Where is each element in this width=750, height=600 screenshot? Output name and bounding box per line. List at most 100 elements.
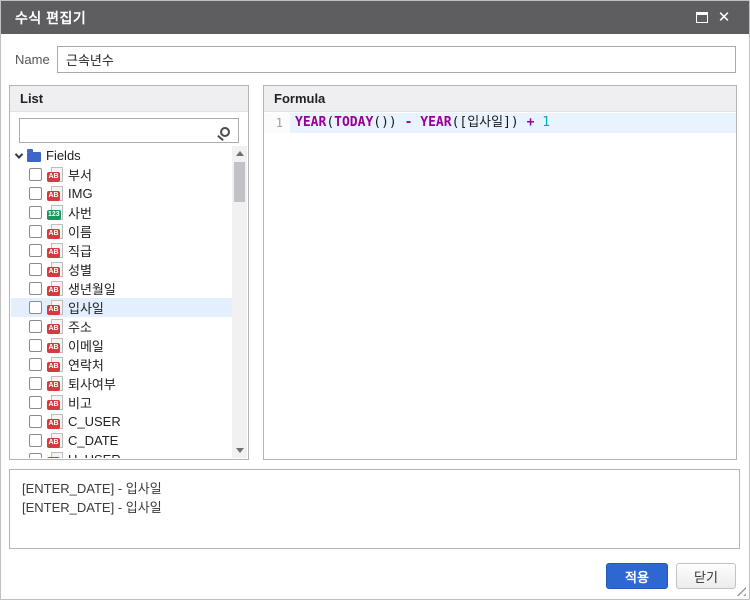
search-icon[interactable] xyxy=(220,127,230,137)
formula-token: + xyxy=(518,115,543,130)
field-item[interactable]: AB 직급 xyxy=(11,241,232,260)
field-type-icon: AB xyxy=(47,243,63,258)
field-item[interactable]: AB 생년월일 xyxy=(11,279,232,298)
field-type-icon: AB xyxy=(47,281,63,296)
field-checkbox[interactable] xyxy=(29,320,42,333)
scroll-down-button[interactable] xyxy=(232,443,247,458)
field-item[interactable]: 123 사번 xyxy=(11,203,232,222)
field-label: 사번 xyxy=(68,206,92,221)
description-line: [ENTER_DATE] - 입사일 xyxy=(22,500,162,515)
field-item[interactable]: AB C_USER xyxy=(11,412,232,431)
scroll-up-button[interactable] xyxy=(232,146,247,161)
field-item[interactable]: AB 이름 xyxy=(11,222,232,241)
field-checkbox[interactable] xyxy=(29,282,42,295)
field-label: 이름 xyxy=(68,225,92,240)
tree-folder-fields[interactable]: Fields xyxy=(11,146,232,165)
field-type-icon: AB xyxy=(47,433,63,448)
formula-token: 1 xyxy=(542,115,551,130)
field-list: AB 부서 AB IMG 123 사번 AB 이름 AB 직급 AB 성별 AB… xyxy=(11,165,232,458)
field-item[interactable]: AB U_USER xyxy=(11,450,232,458)
list-panel-title: List xyxy=(20,91,44,106)
formula-token: YEAR xyxy=(295,115,327,130)
apply-button[interactable]: 적용 xyxy=(606,563,668,589)
formula-token: ([입사일]) xyxy=(451,115,519,130)
description-line: [ENTER_DATE] - 입사일 xyxy=(22,481,162,496)
formula-editor-dialog: 수식 편집기 ✕ Name List Fields AB 부서 A xyxy=(0,0,750,600)
field-tree: Fields AB 부서 AB IMG 123 사번 AB 이름 AB 직급 A… xyxy=(11,146,232,458)
close-dialog-button[interactable]: 닫기 xyxy=(676,563,736,589)
resize-grip-icon[interactable] xyxy=(735,585,746,596)
field-checkbox[interactable] xyxy=(29,377,42,390)
field-item[interactable]: AB 성별 xyxy=(11,260,232,279)
field-type-icon: AB xyxy=(47,186,63,201)
formula-panel: Formula 1 YEAR(TODAY()) - YEAR([입사일]) + … xyxy=(263,85,737,460)
scrollbar-thumb[interactable] xyxy=(234,162,245,202)
field-item[interactable]: AB 주소 xyxy=(11,317,232,336)
field-checkbox[interactable] xyxy=(29,396,42,409)
field-checkbox[interactable] xyxy=(29,453,42,458)
list-panel-header: List xyxy=(10,86,248,112)
field-label: 이메일 xyxy=(68,339,104,354)
field-item[interactable]: AB 퇴사여부 xyxy=(11,374,232,393)
description-lines: [ENTER_DATE] - 입사일 [ENTER_DATE] - 입사일 xyxy=(22,479,727,517)
field-checkbox[interactable] xyxy=(29,434,42,447)
field-label: U_USER xyxy=(68,452,121,458)
field-label: 부서 xyxy=(68,168,92,183)
scroll-up-icon xyxy=(235,151,244,156)
search-row xyxy=(10,113,248,146)
name-row: Name xyxy=(15,45,736,73)
list-panel: List Fields AB 부서 AB IMG 123 사번 AB 이름 AB… xyxy=(9,85,249,460)
field-label: C_DATE xyxy=(68,433,119,448)
field-checkbox[interactable] xyxy=(29,415,42,428)
field-type-icon: AB xyxy=(47,395,63,410)
field-type-icon: AB xyxy=(47,414,63,429)
field-checkbox[interactable] xyxy=(29,358,42,371)
field-label: IMG xyxy=(68,186,93,201)
close-icon: ✕ xyxy=(717,9,731,26)
chevron-down-icon[interactable] xyxy=(14,149,24,159)
name-label: Name xyxy=(15,51,50,67)
scroll-down-icon xyxy=(235,448,244,453)
formula-token: ()) xyxy=(373,115,397,130)
field-label: 생년월일 xyxy=(68,282,116,297)
field-checkbox[interactable] xyxy=(29,168,42,181)
maximize-button[interactable] xyxy=(691,7,713,29)
field-label: C_USER xyxy=(68,414,121,429)
name-input[interactable] xyxy=(57,45,736,73)
field-type-icon: AB xyxy=(47,167,63,182)
formula-token: TODAY xyxy=(334,115,374,130)
close-button[interactable]: ✕ xyxy=(713,7,735,29)
field-checkbox[interactable] xyxy=(29,244,42,257)
field-type-icon: AB xyxy=(47,338,63,353)
field-type-icon: 123 xyxy=(47,205,63,220)
field-checkbox[interactable] xyxy=(29,339,42,352)
field-item[interactable]: AB 연락처 xyxy=(11,355,232,374)
field-item[interactable]: AB 부서 xyxy=(11,165,232,184)
field-label: 성별 xyxy=(68,263,92,278)
formula-editor[interactable]: 1 YEAR(TODAY()) - YEAR([입사일]) + 1 xyxy=(264,113,736,459)
titlebar[interactable]: 수식 편집기 ✕ xyxy=(1,1,749,34)
field-type-icon: AB xyxy=(47,376,63,391)
field-checkbox[interactable] xyxy=(29,225,42,238)
list-scrollbar[interactable] xyxy=(232,146,247,458)
field-item[interactable]: AB 이메일 xyxy=(11,336,232,355)
field-item[interactable]: AB 입사일 xyxy=(11,298,232,317)
tree-folder-label: Fields xyxy=(46,148,81,163)
field-label: 입사일 xyxy=(68,301,104,316)
formula-token: ( xyxy=(326,115,335,130)
formula-panel-header: Formula xyxy=(264,86,736,112)
field-checkbox[interactable] xyxy=(29,301,42,314)
field-item[interactable]: AB IMG xyxy=(11,184,232,203)
search-input[interactable] xyxy=(19,118,239,143)
field-item[interactable]: AB 비고 xyxy=(11,393,232,412)
field-label: 주소 xyxy=(68,320,92,335)
folder-icon xyxy=(27,149,41,162)
formula-code[interactable]: YEAR(TODAY()) - YEAR([입사일]) + 1 xyxy=(290,113,736,133)
field-checkbox[interactable] xyxy=(29,187,42,200)
field-item[interactable]: AB C_DATE xyxy=(11,431,232,450)
field-checkbox[interactable] xyxy=(29,263,42,276)
field-label: 퇴사여부 xyxy=(68,377,116,392)
field-checkbox[interactable] xyxy=(29,206,42,219)
formula-panel-title: Formula xyxy=(274,91,326,106)
formula-active-line[interactable]: 1 YEAR(TODAY()) - YEAR([입사일]) + 1 xyxy=(264,113,736,133)
